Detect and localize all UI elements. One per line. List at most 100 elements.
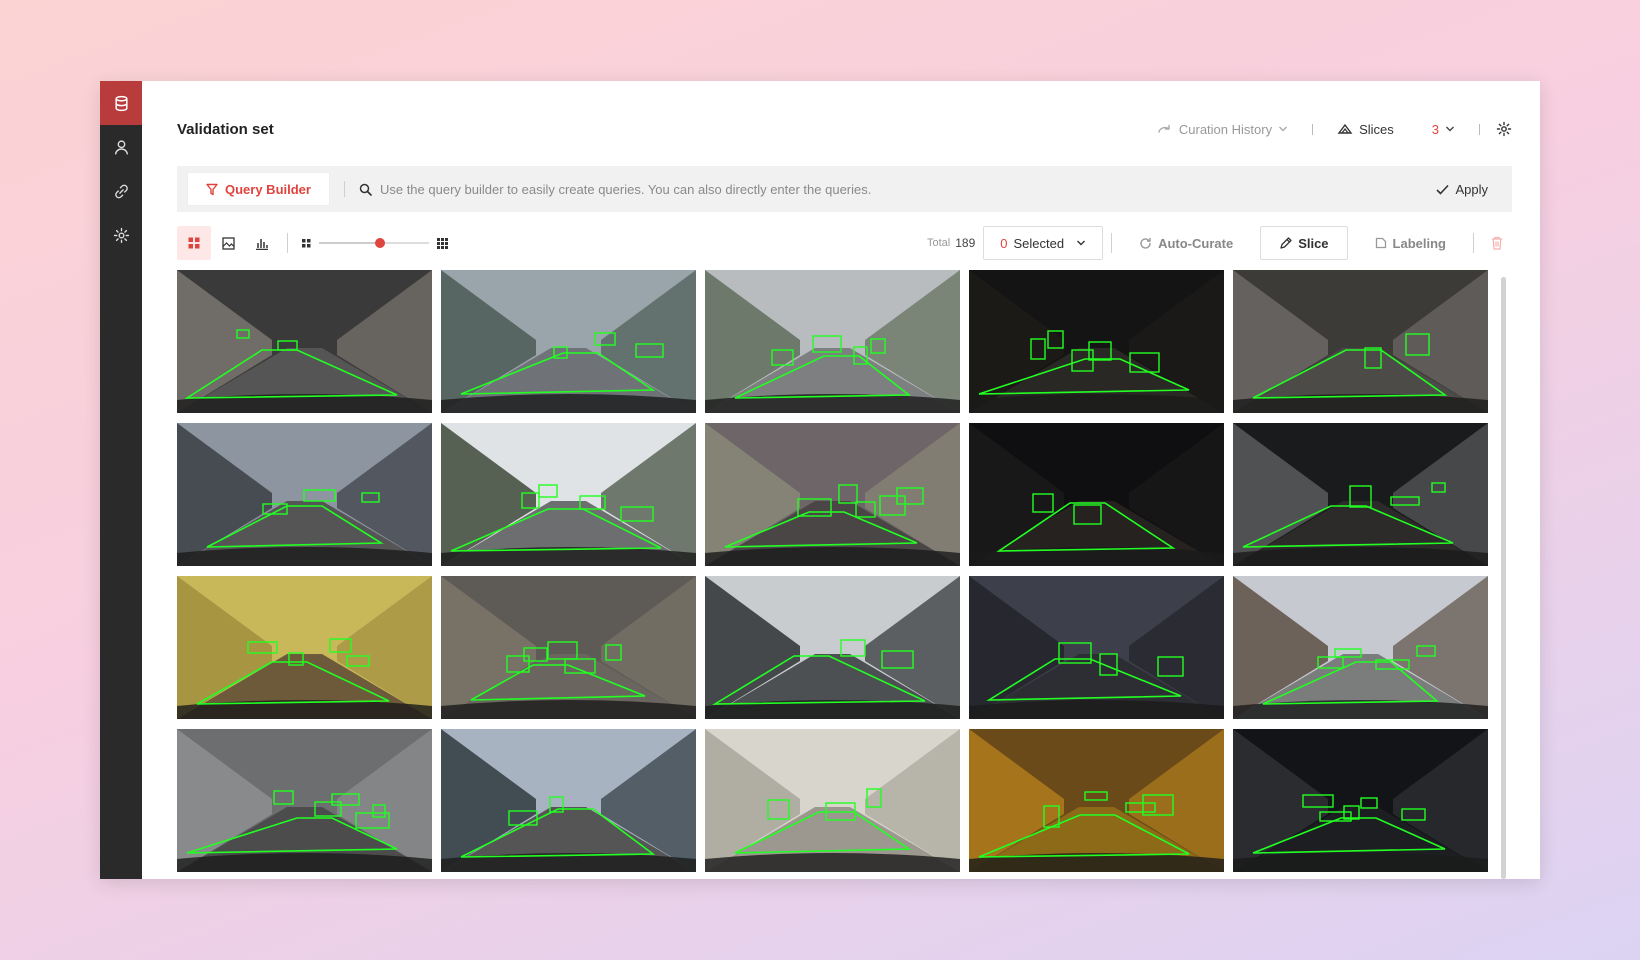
grid-icon: [188, 237, 200, 249]
toolbar-divider: [287, 233, 288, 253]
thumbnail-image: [969, 270, 1224, 413]
image-thumbnail[interactable]: [177, 729, 432, 872]
thumbnail-image: [705, 576, 960, 719]
app-window: Validation set Curation History Slices 3: [100, 81, 1540, 879]
image-thumbnail[interactable]: [1233, 576, 1488, 719]
auto-curate-button[interactable]: Auto-Curate: [1120, 226, 1252, 260]
filter-icon: [206, 183, 218, 195]
image-thumbnail[interactable]: [177, 576, 432, 719]
query-builder-label: Query Builder: [225, 181, 311, 197]
toolbar-divider: [1111, 233, 1113, 253]
link-icon: [114, 184, 128, 198]
thumbnail-image: [177, 270, 432, 413]
chevron-down-icon: [1279, 126, 1288, 132]
image-thumbnail[interactable]: [969, 270, 1224, 413]
thumbnail-image: [1233, 270, 1488, 413]
grid-scrollbar[interactable]: [1501, 277, 1506, 879]
apply-button[interactable]: Apply: [1422, 182, 1502, 197]
image-thumbnail[interactable]: [705, 729, 960, 872]
slices-label: Slices: [1359, 121, 1394, 137]
image-thumbnail[interactable]: [441, 270, 696, 413]
image-thumbnail[interactable]: [705, 423, 960, 566]
gear-icon: [113, 227, 129, 243]
slices-count-dropdown[interactable]: 3: [1432, 122, 1455, 137]
image-thumbnail[interactable]: [969, 576, 1224, 719]
total-count: Total 189: [927, 236, 975, 250]
slice-label: Slice: [1298, 235, 1329, 251]
thumbnail-image: [177, 423, 432, 566]
sidebar-item-links[interactable]: [100, 169, 142, 213]
page-header: Validation set Curation History Slices 3: [177, 117, 1512, 141]
header-divider: [1479, 123, 1480, 135]
apply-label: Apply: [1455, 181, 1488, 197]
check-icon: [1436, 184, 1450, 195]
query-builder-button[interactable]: Query Builder: [187, 172, 330, 206]
selected-count: 0: [1000, 235, 1008, 251]
slices-icon: [1337, 123, 1353, 134]
page-title: Validation set: [177, 120, 274, 138]
label-icon: [1375, 237, 1386, 249]
header-divider: [1312, 123, 1314, 135]
slices-count: 3: [1431, 121, 1439, 137]
redo-icon: [1158, 124, 1170, 133]
image-grid: [177, 270, 1488, 872]
main-area: Validation set Curation History Slices 3: [142, 81, 1540, 879]
image-thumbnail[interactable]: [705, 270, 960, 413]
image-thumbnail[interactable]: [969, 729, 1224, 872]
image-thumbnail[interactable]: [705, 576, 960, 719]
image-thumbnail[interactable]: [177, 423, 432, 566]
small-grid-icon: [302, 238, 311, 247]
total-value: 189: [955, 236, 976, 250]
user-icon: [114, 139, 128, 154]
sidebar: [100, 81, 142, 879]
thumbnail-image: [441, 576, 696, 719]
chevron-down-icon: [1077, 240, 1086, 246]
slider-track[interactable]: [319, 238, 429, 248]
sidebar-item-settings[interactable]: [100, 213, 142, 257]
slices-button[interactable]: Slices: [1337, 122, 1394, 137]
chevron-down-icon: [1446, 126, 1454, 132]
settings-gear-icon[interactable]: [1496, 121, 1512, 137]
slider-fill: [319, 242, 380, 244]
thumbnail-image: [705, 270, 960, 413]
query-divider: [343, 181, 345, 197]
search-icon: [359, 183, 372, 196]
curation-history-dropdown[interactable]: Curation History: [1157, 122, 1288, 137]
image-thumbnail[interactable]: [969, 423, 1224, 566]
toolbar-divider: [1473, 233, 1474, 253]
thumbnail-size-slider[interactable]: [302, 237, 448, 249]
slice-button[interactable]: Slice: [1260, 226, 1348, 260]
chart-view-button[interactable]: [245, 226, 279, 260]
toolbar: Total 189 0 Selected Auto-Curate Slice L…: [177, 226, 1512, 260]
auto-curate-label: Auto-Curate: [1158, 235, 1234, 251]
image-thumbnail[interactable]: [1233, 729, 1488, 872]
sidebar-item-database[interactable]: [100, 81, 142, 125]
selected-dropdown[interactable]: 0 Selected: [983, 226, 1104, 260]
thumbnail-image: [1233, 423, 1488, 566]
thumbnail-image: [969, 729, 1224, 872]
image-thumbnail[interactable]: [1233, 270, 1488, 413]
image-thumbnail[interactable]: [1233, 423, 1488, 566]
query-input[interactable]: [371, 174, 1423, 204]
selected-label: Selected: [1013, 235, 1065, 251]
image-thumbnail[interactable]: [441, 729, 696, 872]
thumbnail-image: [969, 576, 1224, 719]
slider-knob[interactable]: [374, 238, 385, 248]
labeling-button[interactable]: Labeling: [1356, 226, 1465, 260]
delete-button[interactable]: [1482, 226, 1512, 260]
image-thumbnail[interactable]: [177, 270, 432, 413]
large-grid-icon: [437, 237, 448, 249]
curation-history-label: Curation History: [1178, 121, 1273, 137]
database-icon: [114, 95, 128, 111]
image-thumbnail[interactable]: [441, 576, 696, 719]
thumbnail-image: [1233, 576, 1488, 719]
scrollbar-thumb[interactable]: [1501, 277, 1506, 879]
trash-icon: [1492, 236, 1502, 250]
image-icon: [221, 236, 235, 250]
thumbnail-image: [441, 423, 696, 566]
image-view-button[interactable]: [211, 226, 245, 260]
labeling-label: Labeling: [1392, 235, 1446, 251]
grid-view-button[interactable]: [177, 226, 211, 260]
sidebar-item-users[interactable]: [100, 125, 142, 169]
image-thumbnail[interactable]: [441, 423, 696, 566]
